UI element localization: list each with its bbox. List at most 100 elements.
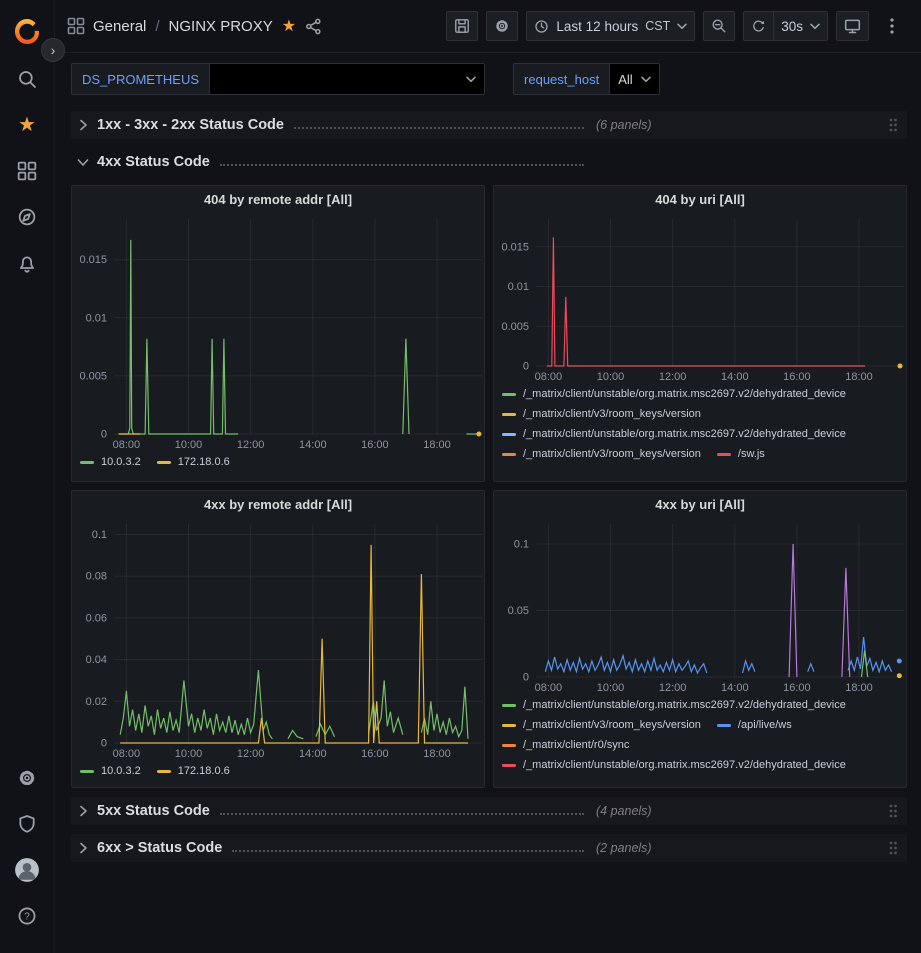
svg-text:10:00: 10:00 bbox=[597, 682, 625, 694]
sidebar-item-starred[interactable]: ★ bbox=[0, 102, 54, 148]
variable-request-host-value[interactable]: All bbox=[610, 63, 659, 95]
timeseries-plot[interactable]: 00.020.040.060.080.108:0010:0012:0014:00… bbox=[78, 517, 485, 761]
variable-datasource: DS_PROMETHEUS bbox=[71, 63, 485, 95]
row-header-5xx[interactable]: 5xx Status Code (4 panels) bbox=[71, 797, 907, 825]
sidebar-item-alerting[interactable] bbox=[0, 240, 54, 286]
more-options-menu[interactable] bbox=[877, 11, 907, 41]
save-dashboard-button[interactable] bbox=[446, 11, 478, 41]
legend-item[interactable]: /_matrix/client/unstable/org.matrix.msc2… bbox=[502, 427, 846, 443]
legend-item[interactable]: /sw.js bbox=[717, 447, 765, 463]
svg-text:12:00: 12:00 bbox=[659, 371, 687, 383]
svg-text:10:00: 10:00 bbox=[175, 748, 203, 760]
sidebar-item-search[interactable] bbox=[0, 56, 54, 102]
variable-request-host-label[interactable]: request_host bbox=[513, 63, 610, 95]
share-icon[interactable] bbox=[305, 18, 322, 35]
legend-item[interactable]: 10.0.3.2 bbox=[80, 455, 141, 471]
sidebar-item-explore[interactable] bbox=[0, 194, 54, 240]
timeseries-chart[interactable]: 00.050.108:0010:0012:0014:0016:0018:00 bbox=[494, 517, 906, 695]
svg-text:14:00: 14:00 bbox=[721, 371, 749, 383]
timeseries-plot[interactable]: 00.050.108:0010:0012:0014:0016:0018:00 bbox=[500, 517, 907, 695]
row-header-4xx[interactable]: 4xx Status Code bbox=[71, 148, 907, 176]
drag-dots-icon bbox=[887, 117, 899, 133]
chevron-down-icon bbox=[641, 76, 651, 83]
refresh-button-group: 30s bbox=[743, 11, 828, 41]
row-drag-handle[interactable] bbox=[887, 840, 899, 856]
panel-grid-4xx: 404 by remote addr [All] 00.0050.010.015… bbox=[71, 185, 907, 788]
zoom-out-button[interactable] bbox=[703, 11, 735, 41]
svg-text:10:00: 10:00 bbox=[597, 371, 625, 383]
grafana-flame-icon bbox=[12, 17, 42, 47]
panel-title[interactable]: 404 by uri [All] bbox=[494, 186, 906, 212]
row-title: 6xx > Status Code bbox=[97, 840, 222, 856]
legend-item[interactable]: 172.18.0.6 bbox=[157, 764, 230, 780]
legend-item[interactable]: /_matrix/client/unstable/org.matrix.msc2… bbox=[502, 758, 846, 774]
row-drag-handle[interactable] bbox=[887, 117, 899, 133]
chevron-right-icon bbox=[77, 842, 89, 854]
legend-item[interactable]: 172.18.0.6 bbox=[157, 455, 230, 471]
refresh-interval-dropdown[interactable]: 30s bbox=[774, 11, 828, 41]
sidebar-item-dashboards[interactable] bbox=[0, 148, 54, 194]
legend-item[interactable]: /api/live/ws bbox=[717, 718, 792, 734]
breadcrumb-section[interactable]: General bbox=[93, 18, 146, 35]
row-title: 4xx Status Code bbox=[97, 154, 210, 170]
legend-item[interactable]: 10.0.3.2 bbox=[80, 764, 141, 780]
legend-item[interactable]: /_matrix/client/unstable/org.matrix.msc2… bbox=[502, 698, 846, 714]
timeseries-chart[interactable]: 00.0050.010.01508:0010:0012:0014:0016:00… bbox=[72, 212, 484, 452]
sidebar-item-help[interactable]: ? bbox=[0, 893, 54, 939]
monitor-icon bbox=[844, 18, 861, 35]
legend-swatch bbox=[717, 724, 731, 727]
breadcrumb-dashboard-title[interactable]: NGINX PROXY bbox=[169, 18, 273, 35]
refresh-button[interactable] bbox=[743, 11, 774, 41]
svg-text:10:00: 10:00 bbox=[175, 439, 203, 451]
svg-text:0.015: 0.015 bbox=[79, 254, 107, 266]
sidebar-item-profile[interactable] bbox=[0, 847, 54, 893]
variable-request-host: request_host All bbox=[513, 63, 660, 95]
sidebar-item-configuration[interactable] bbox=[0, 755, 54, 801]
dashboard-variables-bar: DS_PROMETHEUS request_host All bbox=[55, 53, 921, 103]
svg-text:08:00: 08:00 bbox=[113, 748, 141, 760]
time-range-picker[interactable]: Last 12 hours CST bbox=[526, 11, 695, 41]
timeseries-plot[interactable]: 00.0050.010.01508:0010:0012:0014:0016:00… bbox=[78, 212, 485, 452]
legend-item[interactable]: /_matrix/client/v3/room_keys/version bbox=[502, 718, 701, 734]
panel-title[interactable]: 4xx by remote addr [All] bbox=[72, 491, 484, 517]
cycle-view-mode-button[interactable] bbox=[836, 11, 869, 41]
legend-swatch bbox=[502, 744, 516, 747]
gear-icon bbox=[17, 768, 37, 788]
row-header-6xx[interactable]: 6xx > Status Code (2 panels) bbox=[71, 834, 907, 862]
timeseries-chart[interactable]: 00.020.040.060.080.108:0010:0012:0014:00… bbox=[72, 517, 484, 761]
svg-text:0.005: 0.005 bbox=[501, 321, 529, 333]
legend-item[interactable]: /_matrix/client/v3/room_keys/version bbox=[502, 407, 701, 423]
legend-item[interactable]: /_matrix/client/v3/room_keys/version bbox=[502, 447, 701, 463]
panel-legend: /_matrix/client/unstable/org.matrix.msc2… bbox=[494, 384, 906, 463]
svg-text:12:00: 12:00 bbox=[237, 748, 265, 760]
svg-text:0.06: 0.06 bbox=[86, 612, 107, 624]
sidebar-expand-button[interactable]: › bbox=[41, 38, 65, 62]
legend-label: 172.18.0.6 bbox=[178, 455, 230, 471]
svg-text:14:00: 14:00 bbox=[299, 439, 327, 451]
legend-swatch bbox=[502, 393, 516, 396]
panel-title[interactable]: 4xx by uri [All] bbox=[494, 491, 906, 517]
legend-label: 172.18.0.6 bbox=[178, 764, 230, 780]
search-icon bbox=[17, 69, 37, 89]
star-icon: ★ bbox=[18, 115, 36, 135]
timeseries-chart[interactable]: 00.0050.010.01508:0010:0012:0014:0016:00… bbox=[494, 212, 906, 384]
variable-datasource-value[interactable] bbox=[210, 63, 485, 95]
row-drag-handle[interactable] bbox=[887, 803, 899, 819]
row-dotted-leader bbox=[220, 813, 584, 815]
variable-datasource-label[interactable]: DS_PROMETHEUS bbox=[71, 63, 210, 95]
legend-item[interactable]: /_matrix/client/unstable/org.matrix.msc2… bbox=[502, 387, 846, 403]
row-dotted-leader bbox=[220, 164, 584, 166]
chevron-down-icon bbox=[677, 23, 687, 30]
avatar bbox=[14, 857, 40, 883]
dashboard-settings-button[interactable] bbox=[486, 11, 518, 41]
row-header-1xx-3xx-2xx[interactable]: 1xx - 3xx - 2xx Status Code (6 panels) bbox=[71, 111, 907, 139]
legend-label: /_matrix/client/unstable/org.matrix.msc2… bbox=[523, 427, 846, 443]
timeseries-plot[interactable]: 00.0050.010.01508:0010:0012:0014:0016:00… bbox=[500, 212, 907, 384]
sidebar-item-server-admin[interactable] bbox=[0, 801, 54, 847]
legend-label: /_matrix/client/v3/room_keys/version bbox=[523, 407, 701, 423]
svg-text:0.1: 0.1 bbox=[92, 529, 107, 541]
favorite-star-icon[interactable]: ★ bbox=[282, 16, 296, 36]
legend-item[interactable]: /_matrix/client/r0/sync bbox=[502, 738, 629, 754]
panel-title[interactable]: 404 by remote addr [All] bbox=[72, 186, 484, 212]
chevron-down-icon bbox=[77, 156, 89, 168]
